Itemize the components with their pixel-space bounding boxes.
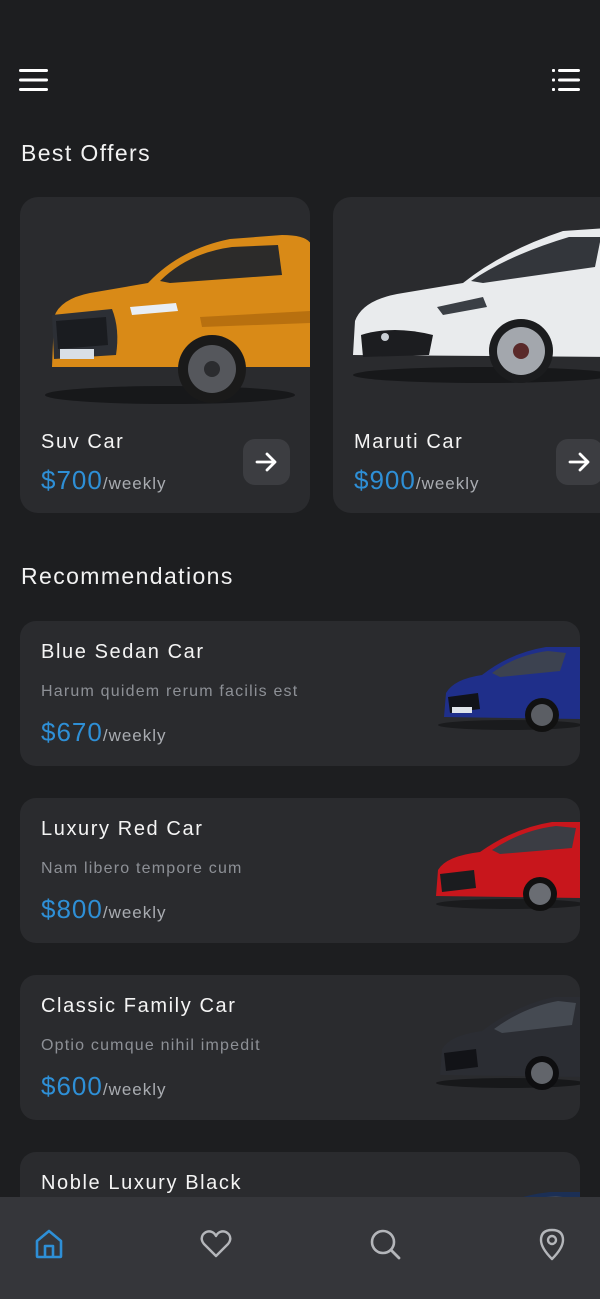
price-amount: $600 bbox=[41, 1071, 103, 1101]
car-price: $800/weekly bbox=[41, 894, 167, 925]
search-icon[interactable] bbox=[368, 1227, 402, 1261]
arrow-right-icon bbox=[255, 452, 277, 472]
price-unit: /weekly bbox=[102, 903, 167, 922]
hamburger-menu-icon[interactable] bbox=[18, 66, 50, 94]
best-offers-carousel[interactable]: Suv Car $700/weekly Maruti Car $900/week… bbox=[0, 197, 600, 515]
car-description: Optio cumque nihil impedit bbox=[41, 1037, 261, 1054]
suv-car-image bbox=[20, 217, 310, 407]
red-car-image bbox=[430, 816, 580, 916]
recommendation-card[interactable]: Classic Family Car Optio cumque nihil im… bbox=[20, 975, 580, 1120]
offer-price: $700/weekly bbox=[41, 465, 167, 496]
offer-price: $900/weekly bbox=[354, 465, 480, 496]
offer-card[interactable]: Suv Car $700/weekly bbox=[20, 197, 310, 513]
best-offers-title: Best Offers bbox=[21, 140, 152, 166]
offer-name: Maruti Car bbox=[354, 431, 464, 453]
price-unit: /weekly bbox=[102, 1080, 167, 1099]
heart-icon[interactable] bbox=[199, 1227, 233, 1261]
car-price: $600/weekly bbox=[41, 1071, 167, 1102]
car-name: Luxury Red Car bbox=[41, 818, 204, 840]
car-name: Blue Sedan Car bbox=[41, 641, 205, 663]
price-amount: $800 bbox=[41, 894, 103, 924]
car-description: Harum quidem rerum facilis est bbox=[41, 683, 299, 700]
car-name: Classic Family Car bbox=[41, 995, 237, 1017]
arrow-right-button[interactable] bbox=[243, 439, 290, 485]
arrow-right-icon bbox=[568, 452, 590, 472]
black-car-image bbox=[430, 993, 580, 1093]
price-amount: $900 bbox=[354, 465, 416, 495]
price-amount: $670 bbox=[41, 717, 103, 747]
list-icon[interactable] bbox=[548, 66, 582, 94]
car-name: Noble Luxury Black bbox=[41, 1172, 243, 1194]
arrow-right-button[interactable] bbox=[556, 439, 600, 485]
location-pin-icon[interactable] bbox=[535, 1227, 569, 1261]
offer-card[interactable]: Maruti Car $900/weekly bbox=[333, 197, 600, 513]
bottom-navigation bbox=[0, 1197, 600, 1299]
blue-sedan-image bbox=[430, 639, 580, 739]
home-icon[interactable] bbox=[32, 1227, 66, 1261]
offer-name: Suv Car bbox=[41, 431, 125, 453]
price-unit: /weekly bbox=[415, 474, 480, 493]
price-unit: /weekly bbox=[102, 474, 167, 493]
top-bar bbox=[0, 0, 600, 120]
recommendations-title: Recommendations bbox=[21, 563, 234, 589]
recommendation-card[interactable]: Luxury Red Car Nam libero tempore cum $8… bbox=[20, 798, 580, 943]
maruti-car-image bbox=[333, 217, 600, 407]
recommendation-card[interactable]: Blue Sedan Car Harum quidem rerum facili… bbox=[20, 621, 580, 766]
car-description: Nam libero tempore cum bbox=[41, 860, 243, 877]
price-amount: $700 bbox=[41, 465, 103, 495]
car-price: $670/weekly bbox=[41, 717, 167, 748]
price-unit: /weekly bbox=[102, 726, 167, 745]
